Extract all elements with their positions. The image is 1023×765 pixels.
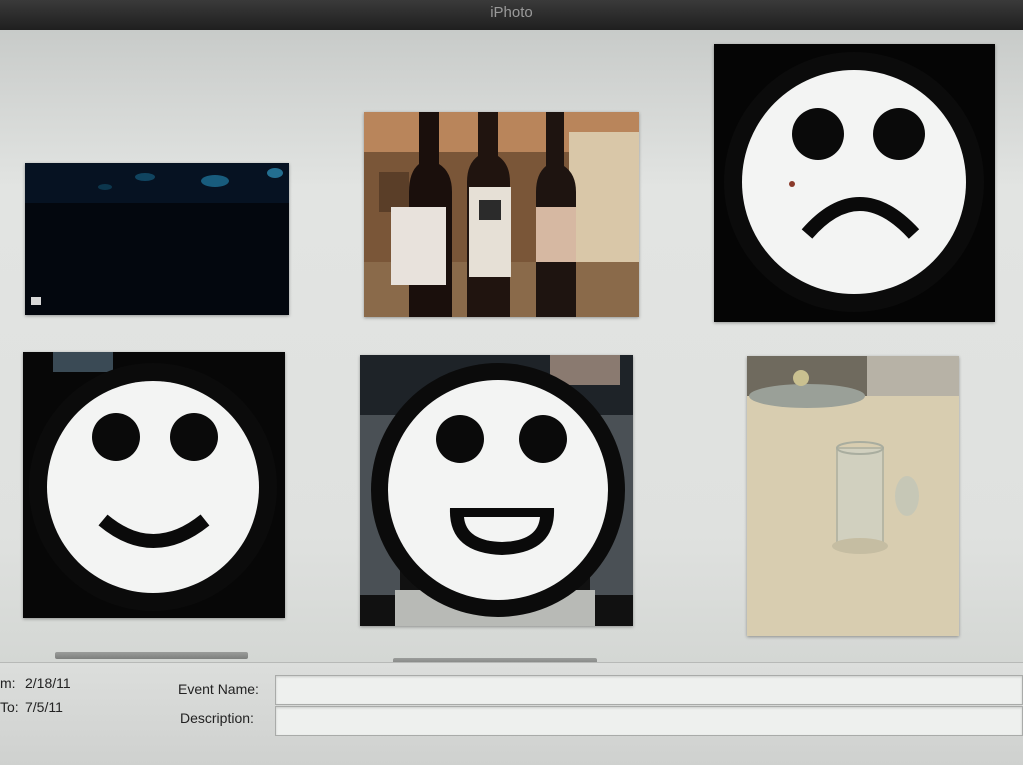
- glass-on-table-image: [747, 356, 959, 636]
- thumbnail-dark-photo[interactable]: [25, 163, 289, 315]
- to-label: To:: [0, 699, 19, 715]
- wine-bottles-image: [364, 112, 639, 317]
- to-date: 7/5/11: [25, 699, 63, 715]
- sad-face-icon: [714, 44, 995, 322]
- thumbnail-grinning-face[interactable]: [360, 355, 633, 626]
- description-field[interactable]: [275, 706, 1023, 736]
- event-name-label: Event Name:: [178, 681, 259, 697]
- title-bar: iPhoto: [0, 0, 1023, 30]
- smiley-face-icon: [23, 352, 285, 618]
- from-date: 2/18/11: [25, 675, 71, 691]
- photo-grid: [0, 30, 1023, 671]
- dark-photo-image: [25, 163, 289, 315]
- event-info-panel: m: 2/18/11 To: 7/5/11 Event Name: Descri…: [0, 662, 1023, 765]
- thumbnail-glass-on-table[interactable]: [747, 356, 959, 636]
- thumbnail-sad-face[interactable]: [714, 44, 995, 322]
- thumbnail-wine-bottles[interactable]: [364, 112, 639, 317]
- event-name-field[interactable]: [275, 675, 1023, 705]
- grinning-face-icon: [360, 355, 633, 626]
- event-scrubber-bar[interactable]: [55, 652, 248, 659]
- thumbnail-smiley-face[interactable]: [23, 352, 285, 618]
- description-label: Description:: [180, 710, 254, 726]
- window-title: iPhoto: [490, 4, 533, 21]
- from-label: m:: [0, 675, 16, 691]
